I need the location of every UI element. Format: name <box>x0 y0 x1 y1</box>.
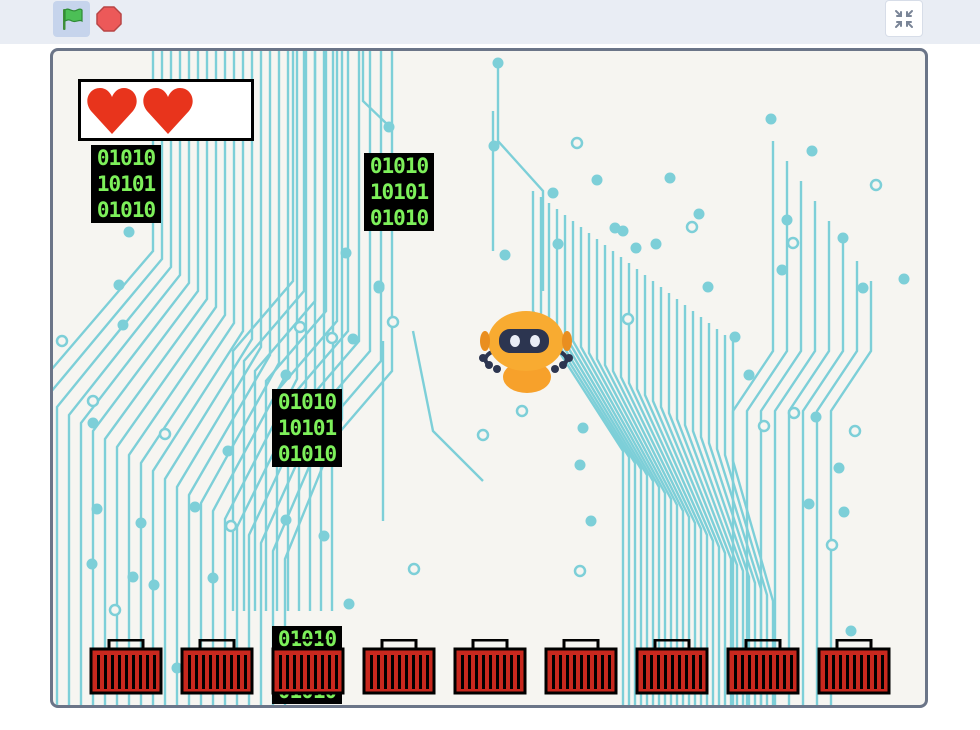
collapse-arrows-icon <box>895 9 913 28</box>
red-chest-icon <box>726 638 800 695</box>
green-flag-icon <box>62 8 83 30</box>
red-chest-icon <box>89 638 163 695</box>
binary-line: 01010 <box>96 198 156 222</box>
binary-line: 10101 <box>369 180 429 204</box>
binary-line: 01010 <box>277 390 337 414</box>
red-chest-icon <box>271 638 345 695</box>
heart-icon <box>87 88 137 134</box>
stop-button[interactable] <box>94 4 124 34</box>
red-chest-icon <box>544 638 618 695</box>
robot-icon <box>479 311 573 393</box>
red-chest-icon <box>635 638 709 695</box>
binary-data-sprite: 01010 10101 01010 <box>272 389 342 467</box>
binary-line: 01010 <box>277 442 337 466</box>
binary-data-sprite: 01010 10101 01010 <box>91 145 161 223</box>
game-stage[interactable]: 01010 10101 01010 01010 10101 01010 0101… <box>50 48 928 708</box>
binary-data-sprite: 01010 10101 01010 <box>364 153 434 231</box>
red-chest-icon <box>817 638 891 695</box>
binary-line: 01010 <box>96 146 156 170</box>
green-flag-button[interactable] <box>53 1 90 37</box>
red-chest-icon <box>362 638 436 695</box>
lives-display <box>78 79 254 141</box>
red-chest-icon <box>180 638 254 695</box>
binary-line: 10101 <box>96 172 156 196</box>
heart-icon <box>143 88 193 134</box>
binary-line: 01010 <box>369 206 429 230</box>
stop-sign-icon <box>96 6 122 32</box>
binary-line: 10101 <box>277 416 337 440</box>
exit-fullscreen-button[interactable] <box>885 0 923 37</box>
red-chest-icon <box>453 638 527 695</box>
binary-line: 01010 <box>369 154 429 178</box>
stage-header <box>0 0 980 44</box>
